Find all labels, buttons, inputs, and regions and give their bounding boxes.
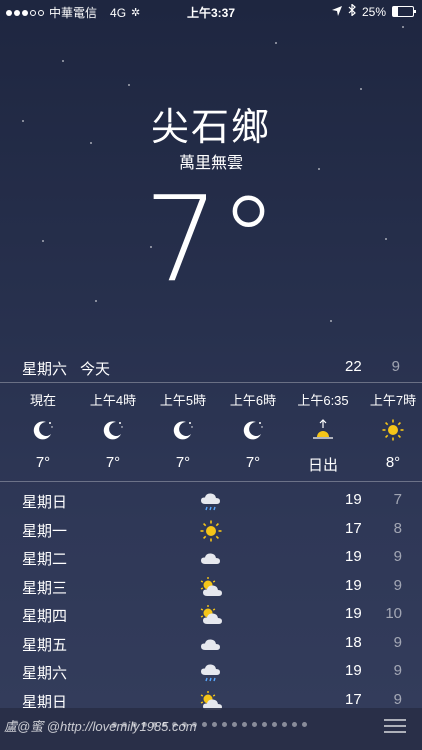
daily-high: 17	[345, 690, 362, 708]
hourly-value: 7°	[35, 454, 51, 471]
location-arrow-icon	[331, 5, 342, 19]
status-bar: 中華電信 4G ✲ 上午3:37 25%	[0, 0, 422, 22]
today-low: 9	[391, 358, 400, 375]
moon-icon	[241, 418, 265, 442]
page-dot[interactable]	[282, 722, 287, 727]
today-summary: 星期六 今天 22 9	[22, 358, 400, 380]
page-dot[interactable]	[242, 722, 247, 727]
daily-day: 星期五	[22, 636, 68, 654]
battery-percent: 25%	[361, 4, 386, 19]
page-dot[interactable]	[182, 722, 187, 727]
today-day: 星期六	[22, 361, 68, 378]
daily-day: 星期六	[22, 665, 68, 682]
partly-cloudy-icon	[199, 576, 223, 598]
daily-day: 星期三	[22, 579, 68, 597]
sunrise-icon	[311, 418, 335, 442]
moon-icon	[101, 418, 125, 442]
daily-day: 星期四	[22, 608, 68, 625]
page-indicator[interactable]	[112, 722, 307, 727]
daily-day: 星期日	[22, 494, 68, 511]
page-dot[interactable]	[212, 722, 217, 727]
daily-row: 星期四 19 10	[22, 602, 402, 631]
page-dot[interactable]	[192, 722, 197, 727]
daily-row: 星期日 19 7	[22, 488, 402, 517]
rain-cloud-icon	[199, 661, 223, 683]
battery-icon	[392, 6, 416, 17]
daily-row: 星期一 17 8	[22, 517, 402, 546]
hourly-forecast[interactable]: 現在 7° 上午4時 7° 上午5時 7° 上午6時 7° 上午6:35 日出 上午7時 8°	[0, 390, 422, 480]
hourly-value: 日出	[307, 457, 338, 474]
sun-icon	[199, 519, 223, 541]
current-temperature: 7°	[143, 170, 279, 308]
daily-high: 19	[345, 548, 362, 565]
daily-low: 9	[393, 548, 402, 565]
hourly-value: 7°	[175, 454, 191, 471]
page-dot[interactable]	[252, 722, 257, 727]
page-dot[interactable]	[142, 722, 147, 727]
moon-icon	[31, 418, 55, 442]
hourly-time: 上午6時	[229, 393, 277, 408]
partly-cloudy-icon	[199, 604, 223, 626]
hourly-time: 上午4時	[89, 393, 137, 408]
daily-low: 10	[385, 605, 402, 622]
page-dot[interactable]	[162, 722, 167, 727]
hourly-time: 上午6:35	[297, 393, 349, 408]
bluetooth-icon	[348, 3, 356, 19]
list-icon[interactable]	[384, 718, 406, 734]
cloud-icon	[199, 547, 223, 569]
hourly-time: 現在	[29, 393, 56, 408]
moon-icon	[171, 418, 195, 442]
page-dot[interactable]	[152, 722, 157, 727]
page-dot[interactable]	[172, 722, 177, 727]
daily-low: 9	[393, 633, 402, 651]
page-dot[interactable]	[222, 722, 227, 727]
page-dot[interactable]	[122, 722, 127, 727]
divider	[0, 382, 422, 383]
daily-high: 19	[345, 491, 362, 508]
daily-low: 8	[393, 519, 402, 537]
page-dot[interactable]	[112, 722, 117, 727]
daily-row: 星期三 19 9	[22, 574, 402, 603]
daily-row: 星期六 19 9	[22, 659, 402, 688]
today-high: 22	[345, 358, 362, 375]
daily-row: 星期五 18 9	[22, 631, 402, 660]
daily-high: 19	[345, 576, 362, 594]
daily-low: 7	[393, 491, 402, 508]
daily-low: 9	[393, 662, 402, 679]
cloud-icon	[199, 633, 223, 655]
page-dot[interactable]	[262, 722, 267, 727]
today-label: 今天	[80, 361, 111, 378]
daily-high: 18	[345, 633, 362, 651]
daily-day: 星期二	[22, 551, 68, 568]
page-dot[interactable]	[292, 722, 297, 727]
hourly-value: 8°	[385, 454, 401, 471]
hourly-time: 上午7時	[369, 393, 417, 408]
daily-day: 星期一	[22, 522, 68, 540]
daily-low: 9	[393, 690, 402, 708]
page-dot[interactable]	[232, 722, 237, 727]
page-dot[interactable]	[202, 722, 207, 727]
daily-high: 19	[345, 605, 362, 622]
daily-low: 9	[393, 576, 402, 594]
divider	[0, 481, 422, 482]
daily-row: 星期二 19 9	[22, 545, 402, 574]
hourly-value: 7°	[105, 454, 121, 471]
hourly-value: 7°	[245, 454, 261, 471]
daily-high: 17	[345, 519, 362, 537]
daily-high: 19	[345, 662, 362, 679]
sun-icon	[381, 418, 405, 442]
hourly-time: 上午5時	[159, 393, 207, 408]
page-dot[interactable]	[272, 722, 277, 727]
location-name: 尖石鄉	[150, 107, 271, 149]
page-dot[interactable]	[132, 722, 137, 727]
page-dot[interactable]	[302, 722, 307, 727]
daily-forecast[interactable]: 星期日 19 7 星期一 17 8 星期二 19 9 星期三 19 9 星期四 19 10 星期五 18 9 星期六…	[22, 488, 402, 716]
rain-cloud-icon	[199, 490, 223, 512]
